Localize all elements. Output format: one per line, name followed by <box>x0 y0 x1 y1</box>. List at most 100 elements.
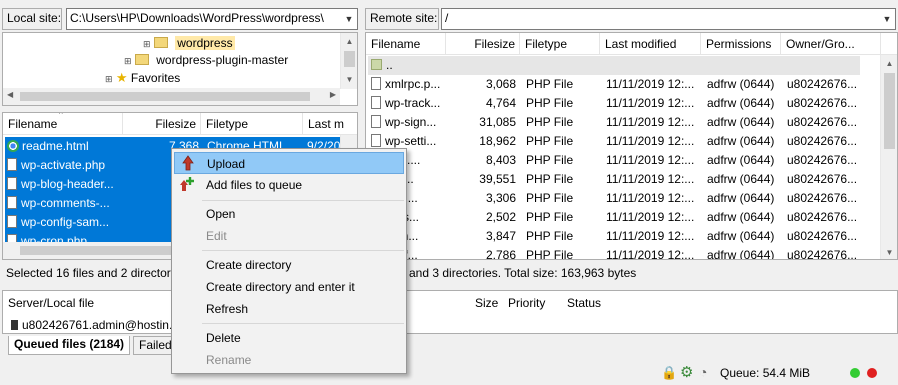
chevron-down-icon[interactable]: ▼ <box>879 9 895 29</box>
file-modified: 11/11/2019 12:... <box>606 153 695 167</box>
menu-item-refresh[interactable]: Refresh <box>174 298 404 320</box>
queue-size-text: Queue: 54.4 MiB <box>720 366 811 380</box>
php-file-icon <box>7 158 17 171</box>
local-directory-tree[interactable]: ⊞ wordpress ⊞ wordpress-plugin-master ⊞ … <box>2 32 358 106</box>
file-owner: u80242676... <box>787 210 858 224</box>
file-type: PHP File <box>526 210 574 224</box>
tree-item-wordpress-plugin-master[interactable]: ⊞ wordpress-plugin-master <box>124 52 288 69</box>
file-owner: u80242676... <box>787 172 858 186</box>
scroll-thumb[interactable] <box>20 92 310 101</box>
menu-item-rename: Rename <box>174 349 404 371</box>
column-header-filetype[interactable]: Filetype <box>201 113 303 135</box>
menu-item-create-directory[interactable]: Create directory <box>174 254 404 276</box>
file-name-cell: xmlrpc.p... <box>371 75 445 94</box>
menu-item-upload[interactable]: Upload <box>174 152 404 174</box>
tree-vertical-scrollbar[interactable]: ▲ ▼ <box>340 33 357 89</box>
file-type: PHP File <box>526 77 574 91</box>
tree-horizontal-scrollbar[interactable]: ◀ ▶ <box>3 88 340 105</box>
menu-item-add-files-to-queue[interactable]: Add files to queue <box>174 174 404 196</box>
file-size: 8,403 <box>485 153 516 167</box>
queue-panel[interactable]: Server/Local file Size Priority Status u… <box>2 290 898 334</box>
file-type: PHP File <box>526 172 574 186</box>
file-owner: u80242676... <box>787 229 858 243</box>
scroll-up-icon[interactable]: ▲ <box>881 55 897 72</box>
menu-item-label: Create directory and enter it <box>206 280 355 294</box>
table-row[interactable]: load...3,306PHP File11/11/2019 12:...adf… <box>368 189 865 208</box>
remote-path-input[interactable]: / ▼ <box>441 8 896 30</box>
file-name: wp-config-sam... <box>21 215 110 229</box>
file-permissions: adfrw (0644) <box>707 96 775 110</box>
expand-icon[interactable]: ⊞ <box>124 56 132 66</box>
scroll-down-icon[interactable]: ▼ <box>341 71 357 88</box>
table-row[interactable]: wp-sign... 31,085 PHP File 11/11/2019 12:..… <box>368 113 865 132</box>
file-permissions: adfrw (0644) <box>707 191 775 205</box>
table-row[interactable]: wp-track... 4,764 PHP File 11/11/2019 12:..… <box>368 94 865 113</box>
scroll-thumb[interactable] <box>344 51 355 67</box>
file-size: 3,068 <box>485 77 516 91</box>
column-header-permissions[interactable]: Permissions <box>701 33 781 55</box>
table-row[interactable]: mail....8,403PHP File11/11/2019 12:...ad… <box>368 151 865 170</box>
file-size: 39,551 <box>479 172 516 186</box>
queue-header-priority[interactable]: Priority <box>508 296 545 310</box>
table-row[interactable]: links...2,502PHP File11/11/2019 12:...ad… <box>368 208 865 227</box>
table-row-parent-directory[interactable]: .. <box>368 56 860 75</box>
tab-queued-files[interactable]: Queued files (2184) <box>8 336 131 355</box>
folder-icon <box>134 54 149 65</box>
menu-item-delete[interactable]: Delete <box>174 327 404 349</box>
table-row[interactable]: logi...39,551PHP File11/11/2019 12:...ad… <box>368 170 865 189</box>
menu-item-edit: Edit <box>174 225 404 247</box>
queue-row[interactable]: u802426761.admin@hostin... <box>11 318 179 332</box>
remote-list-vertical-scrollbar[interactable]: ▲ ▼ <box>880 55 897 259</box>
menu-item-open[interactable]: Open <box>174 203 404 225</box>
file-name: wp-track... <box>385 96 441 110</box>
table-row[interactable]: xmlrpc.p... 3,068 PHP File 11/11/2019 12:..… <box>368 75 865 94</box>
column-header-filename[interactable]: Filename <box>3 113 123 135</box>
column-header-last-modified[interactable]: Last modified <box>600 33 701 55</box>
menu-separator <box>202 323 404 324</box>
scroll-down-icon[interactable]: ▼ <box>881 244 897 259</box>
file-permissions: adfrw (0644) <box>707 77 775 91</box>
file-permissions: adfrw (0644) <box>707 115 775 129</box>
chevron-down-icon[interactable]: ▼ <box>341 9 357 29</box>
php-file-icon <box>371 96 381 109</box>
column-header-owner-group[interactable]: Owner/Gro... <box>781 33 881 55</box>
column-header-filetype[interactable]: Filetype <box>520 33 600 55</box>
file-owner: u80242676... <box>787 96 858 110</box>
table-row[interactable]: cron...3,847PHP File11/11/2019 12:...adf… <box>368 227 865 246</box>
star-icon: ★ <box>115 70 128 85</box>
queue-row-label: u802426761.admin@hostin... <box>22 318 179 332</box>
remote-file-list[interactable]: Filename Filesize Filetype Last modified… <box>365 32 898 260</box>
local-list-header: Filename Filesize Filetype Last m <box>3 113 357 135</box>
table-row[interactable]: wp-setti... 18,962 PHP File 11/11/2019 12:.… <box>368 132 865 151</box>
column-header-last-modified[interactable]: Last m <box>303 113 357 135</box>
queue-header-server-local-file[interactable]: Server/Local file <box>8 296 94 310</box>
column-header-filename[interactable]: Filename <box>366 33 446 55</box>
file-size: 31,085 <box>479 115 516 129</box>
tree-item-label: wordpress-plugin-master <box>156 53 289 67</box>
local-path-text: C:\Users\HP\Downloads\WordPress\wordpres… <box>70 11 324 25</box>
queue-header-size[interactable]: Size <box>475 296 498 310</box>
tree-item-wordpress[interactable]: ⊞ wordpress <box>143 35 235 52</box>
menu-item-label: Delete <box>206 331 241 345</box>
table-row[interactable]: conf...2,786PHP File11/11/2019 12:...adf… <box>368 246 865 259</box>
expand-icon[interactable]: ⊞ <box>143 39 151 49</box>
server-icon <box>11 320 18 330</box>
lock-icon: 🔒 <box>661 365 678 380</box>
menu-item-label: Create directory <box>206 258 292 272</box>
expand-icon[interactable]: ⊞ <box>105 74 113 84</box>
file-name-cell: wp-activate.php <box>7 156 173 175</box>
local-path-input[interactable]: C:\Users\HP\Downloads\WordPress\wordpres… <box>66 8 358 30</box>
menu-item-create-directory-and-enter[interactable]: Create directory and enter it <box>174 276 404 298</box>
scroll-left-icon[interactable]: ◀ <box>7 90 13 99</box>
scroll-right-icon[interactable]: ▶ <box>330 90 336 99</box>
scroll-up-icon[interactable]: ▲ <box>341 33 357 50</box>
tree-item-favorites[interactable]: ⊞ ★ Favorites <box>105 69 180 86</box>
column-header-filesize[interactable]: Filesize <box>446 33 520 55</box>
scroll-thumb[interactable] <box>884 73 895 149</box>
column-header-filesize[interactable]: Filesize <box>123 113 201 135</box>
file-owner: u80242676... <box>787 191 858 205</box>
speed-limit-icon[interactable]: ◔ <box>699 364 707 380</box>
file-type: PHP File <box>526 115 574 129</box>
queue-header-status[interactable]: Status <box>567 296 601 310</box>
file-modified: 11/11/2019 12:... <box>606 96 695 110</box>
